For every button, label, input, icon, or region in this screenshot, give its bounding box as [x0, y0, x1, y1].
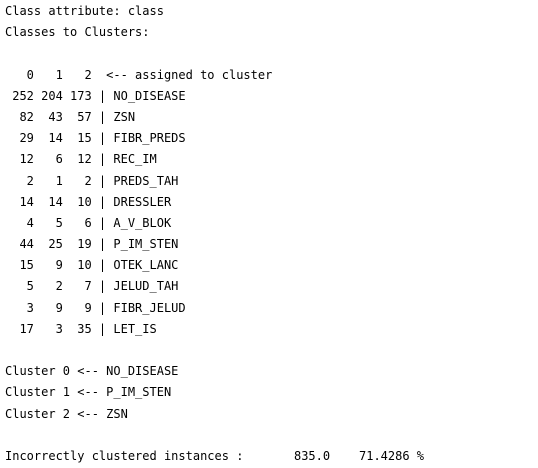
- matrix-row-no-disease: 252 204 173 | NO_DISEASE: [5, 88, 186, 103]
- cluster-0-assignment: Cluster 0 <-- NO_DISEASE: [5, 364, 179, 379]
- matrix-row-preds-tah: 2 1 2 | PREDS_TAH: [5, 173, 179, 188]
- matrix-row-p-im-sten: 44 25 19 | P_IM_STEN: [5, 237, 179, 252]
- class-attribute-line: Class attribute: class: [5, 4, 164, 18]
- classes-to-clusters-heading: Classes to Clusters:: [5, 25, 150, 40]
- cluster-2-assignment: Cluster 2 <-- ZSN: [5, 406, 128, 421]
- cluster-1-assignment: Cluster 1 <-- P_IM_STEN: [5, 385, 172, 400]
- matrix-row-fibr-preds: 29 14 15 | FIBR_PREDS: [5, 131, 186, 146]
- clusterer-output-panel[interactable]: Class attribute: class Classes to Cluste…: [0, 0, 538, 468]
- matrix-row-rec-im: 12 6 12 | REC_IM: [5, 152, 157, 167]
- matrix-row-zsn: 82 43 57 | ZSN: [5, 109, 136, 124]
- matrix-row-jelud-tah: 5 2 7 | JELUD_TAH: [5, 279, 179, 294]
- matrix-row-let-is: 17 3 35 | LET_IS: [5, 321, 157, 336]
- matrix-row-a-v-blok: 4 5 6 | A_V_BLOK: [5, 215, 172, 230]
- incorrectly-clustered-line: Incorrectly clustered instances : 835.0 …: [5, 448, 425, 463]
- matrix-row-fibr-jelud: 3 9 9 | FIBR_JELUD: [5, 300, 186, 315]
- matrix-row-otek-lanc: 15 9 10 | OTEK_LANC: [5, 258, 179, 273]
- cluster-header-row: 0 1 2 <-- assigned to cluster: [5, 67, 273, 82]
- matrix-row-dressler: 14 14 10 | DRESSLER: [5, 194, 172, 209]
